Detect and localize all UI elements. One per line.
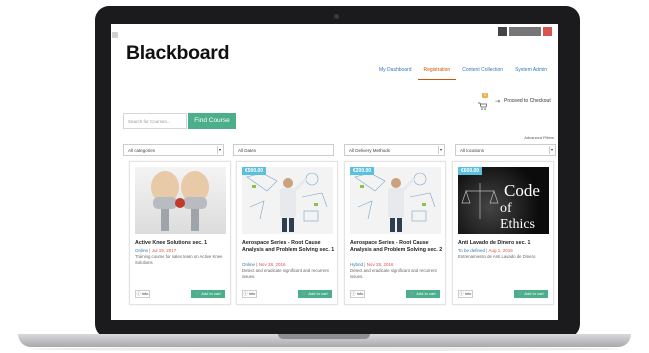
cart-area: 0 ⇥ Proceed to Checkout bbox=[478, 93, 551, 110]
blackboard-logo: Blackboard bbox=[126, 42, 230, 64]
course-search-input[interactable]: Search for Courses... bbox=[123, 113, 187, 129]
chevron-down-icon: ▾ bbox=[549, 146, 553, 154]
course-meta: Online | Jul 19, 2017 bbox=[135, 248, 228, 254]
course-meta: Hybrid | Nov 28, 2016 bbox=[350, 262, 443, 268]
chevron-down-icon: ▾ bbox=[217, 146, 221, 154]
webcam-icon bbox=[334, 14, 339, 19]
delivery-mode: Online bbox=[242, 262, 256, 267]
delivery-mode: To be defined bbox=[458, 248, 486, 253]
category-filter-value: All categories bbox=[128, 148, 156, 153]
info-button-label: Info bbox=[141, 291, 149, 296]
nav-my-dashboard[interactable]: My Dashboard bbox=[373, 67, 418, 80]
course-date: Nov 28, 2016 bbox=[258, 262, 286, 267]
add-to-cart-button[interactable]: 🛒 Add to cart bbox=[514, 290, 548, 298]
course-title[interactable]: Anti Lavado de Dinero sec. 1 bbox=[458, 240, 551, 247]
course-card[interactable]: Code of Ethics €600.00 Anti Lavado de Di… bbox=[452, 161, 554, 305]
category-filter-select[interactable]: All categories ▾ bbox=[123, 144, 224, 156]
locations-filter-value: All locations bbox=[460, 148, 485, 153]
add-to-cart-label: Add to cart bbox=[416, 291, 436, 296]
course-card[interactable]: €200.00 Aerospace Series - Root Cause An… bbox=[344, 161, 446, 305]
course-title[interactable]: Aerospace Series - Root Cause Analysis a… bbox=[242, 240, 335, 254]
course-description: Training course for sales team on Active… bbox=[135, 254, 223, 265]
course-card[interactable]: Active Knee Solutions sec. 1 Online | Ju… bbox=[129, 161, 231, 305]
add-to-cart-button[interactable]: 🛒 Add to cart bbox=[406, 290, 440, 298]
info-button-label: Info bbox=[464, 291, 472, 296]
info-button-label: Info bbox=[356, 291, 364, 296]
add-to-cart-label: Add to cart bbox=[201, 291, 221, 296]
delivery-mode: Online bbox=[135, 248, 149, 253]
user-name-pill[interactable] bbox=[509, 27, 541, 36]
whiteboard-man-image: €200.00 bbox=[350, 167, 441, 234]
info-button[interactable]: ⓘ Info bbox=[458, 290, 473, 298]
course-card[interactable]: €500.00 Aerospace Series - Root Cause An… bbox=[236, 161, 338, 305]
code-of-ethics-image: Code of Ethics €600.00 bbox=[458, 167, 549, 234]
advanced-filters-link[interactable]: Advanced Filters bbox=[524, 135, 554, 140]
whiteboard-man-image: €500.00 bbox=[242, 167, 333, 234]
price-badge: €200.00 bbox=[350, 167, 375, 175]
delivery-filter-value: All Delivery Methods bbox=[349, 148, 391, 153]
dates-filter-value: All Dates bbox=[238, 148, 257, 153]
course-meta: Online | Nov 28, 2016 bbox=[242, 262, 335, 268]
account-bar bbox=[498, 27, 552, 36]
info-button[interactable]: ⓘ Info bbox=[350, 290, 365, 298]
browser-screen: Blackboard My Dashboard Registration Con… bbox=[111, 24, 558, 320]
add-to-cart-button[interactable]: 🛒 Add to cart bbox=[191, 290, 225, 298]
chevron-down-icon: ▾ bbox=[438, 146, 442, 154]
find-course-button[interactable]: Find Course bbox=[188, 113, 236, 129]
course-title[interactable]: Aerospace Series - Root Cause Analysis a… bbox=[350, 240, 443, 254]
logout-icon[interactable] bbox=[543, 27, 552, 36]
add-to-cart-label: Add to cart bbox=[524, 291, 544, 296]
nav-content-collection[interactable]: Content Collection bbox=[456, 67, 509, 80]
dates-filter-input[interactable]: All Dates bbox=[233, 144, 334, 156]
info-button-label: Info bbox=[248, 291, 256, 296]
price-badge: €500.00 bbox=[242, 167, 267, 175]
course-date: Aug 1, 2016 bbox=[488, 248, 513, 253]
add-to-cart-button[interactable]: 🛒 Add to cart bbox=[298, 290, 332, 298]
laptop-shadow bbox=[30, 347, 619, 351]
course-meta: To be defined | Aug 1, 2016 bbox=[458, 248, 551, 254]
course-date: Jul 19, 2017 bbox=[151, 248, 177, 253]
main-nav: My Dashboard Registration Content Collec… bbox=[373, 67, 553, 80]
checkout-arrow-icon: ⇥ bbox=[495, 98, 501, 105]
nav-registration[interactable]: Registration bbox=[417, 67, 457, 80]
delivery-filter-select[interactable]: All Delivery Methods ▾ bbox=[344, 144, 445, 156]
laptop-frame: Blackboard My Dashboard Registration Con… bbox=[0, 0, 649, 353]
price-badge: €600.00 bbox=[458, 167, 483, 175]
course-title[interactable]: Active Knee Solutions sec. 1 bbox=[135, 240, 228, 247]
knee-implant-image bbox=[135, 167, 226, 234]
menu-toggle-icon[interactable] bbox=[112, 32, 118, 38]
laptop-base-notch bbox=[278, 334, 370, 339]
avatar[interactable] bbox=[498, 27, 507, 36]
course-description: Detect and eradicate significant and rec… bbox=[350, 268, 437, 279]
info-button[interactable]: ⓘ Info bbox=[242, 290, 257, 298]
course-date: Nov 28, 2016 bbox=[366, 262, 394, 267]
cart-count-badge: 0 bbox=[482, 93, 488, 98]
course-description: Detect and eradicate significant and rec… bbox=[242, 268, 329, 279]
locations-filter-select[interactable]: All locations ▾ bbox=[455, 144, 556, 156]
info-button[interactable]: ⓘ Info bbox=[135, 290, 150, 298]
image-caption-ethics: of Ethics bbox=[500, 201, 535, 232]
nav-system-admin[interactable]: System Admin bbox=[509, 67, 553, 80]
delivery-mode: Hybrid bbox=[350, 262, 364, 267]
proceed-to-checkout-link[interactable]: Proceed to Checkout bbox=[504, 98, 551, 104]
add-to-cart-label: Add to cart bbox=[308, 291, 328, 296]
image-caption-code: Code bbox=[504, 181, 540, 200]
course-description: Entrenamiento de Anti Lavado de Dinero bbox=[458, 254, 536, 259]
shopping-cart-icon[interactable]: 0 bbox=[478, 93, 488, 110]
